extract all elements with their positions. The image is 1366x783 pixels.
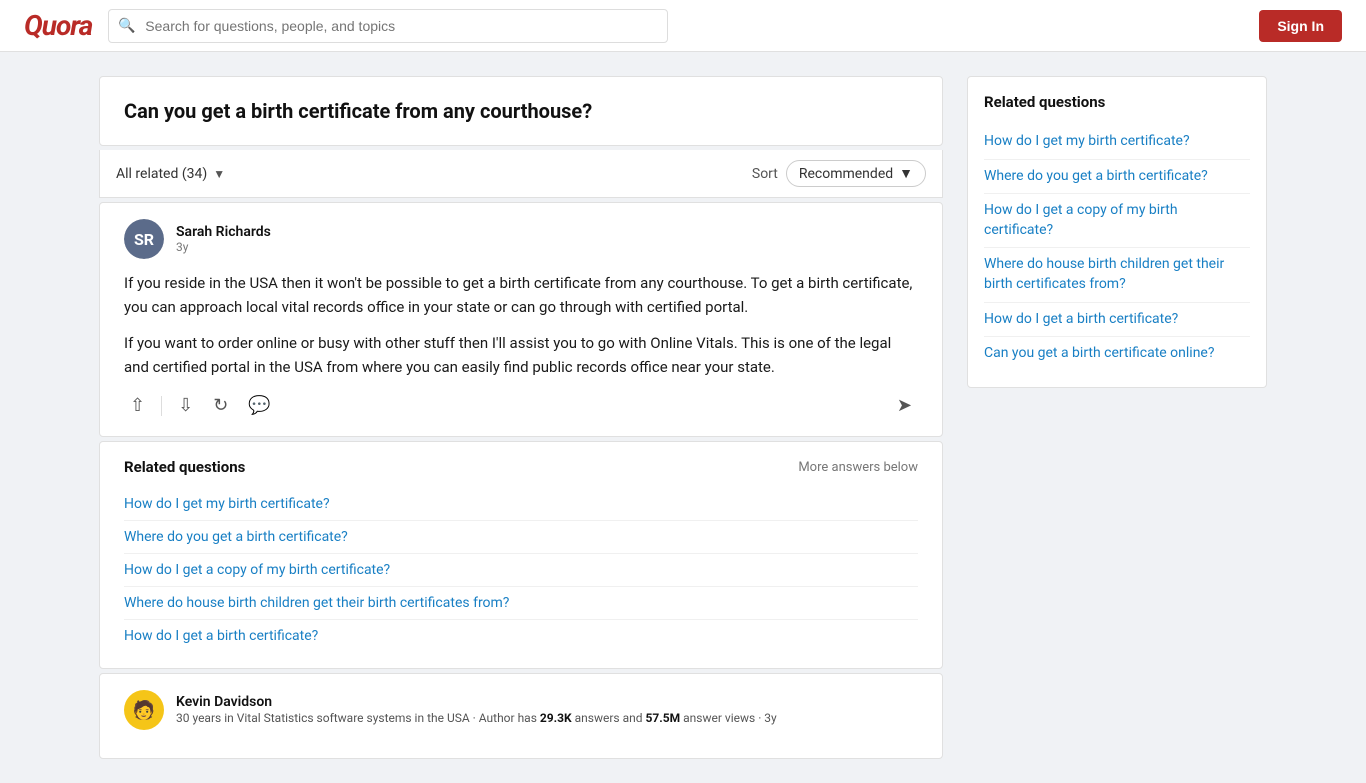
answer-para-2: If you want to order online or busy with… [124, 331, 918, 379]
related-inline-link-4[interactable]: How do I get a birth certificate? [124, 620, 918, 652]
all-related-filter[interactable]: All related (34) ▼ [116, 166, 225, 182]
sidebar-link-1[interactable]: Where do you get a birth certificate? [984, 160, 1250, 195]
search-input[interactable] [108, 9, 668, 43]
related-inline-link-0[interactable]: How do I get my birth certificate? [124, 488, 918, 521]
question-card: Can you get a birth certificate from any… [99, 76, 943, 146]
quora-logo: Quora [24, 9, 92, 42]
answer-card-1: SR Sarah Richards 3y If you reside in th… [99, 202, 943, 437]
search-icon: 🔍 [118, 18, 135, 34]
author-info-1: Sarah Richards 3y [176, 224, 271, 254]
downvote-button[interactable]: ⇩ [172, 391, 199, 420]
more-answers-label: More answers below [798, 460, 918, 475]
share-button[interactable]: ↻ [207, 391, 234, 420]
related-inline-header: Related questions More answers below [124, 458, 918, 476]
avatar-1: SR [124, 219, 164, 259]
upvote-button[interactable]: ⇧ [124, 391, 151, 420]
sign-in-button[interactable]: Sign In [1259, 10, 1342, 42]
answer-author-1: SR Sarah Richards 3y [124, 219, 918, 259]
sidebar: Related questions How do I get my birth … [967, 76, 1267, 388]
sort-chevron-icon: ▼ [899, 165, 913, 182]
author-info-2: Kevin Davidson 30 years in Vital Statist… [176, 694, 777, 727]
avatar-2: 🧑 [124, 690, 164, 730]
chevron-down-icon: ▼ [213, 167, 225, 181]
answer-author-2: 🧑 Kevin Davidson 30 years in Vital Stati… [124, 690, 918, 730]
sort-label: Sort [752, 166, 778, 182]
action-divider [161, 396, 162, 416]
answer-text-1: If you reside in the USA then it won't b… [124, 271, 918, 379]
answer-actions-1: ⇧ ⇩ ↻ 💬 ➤ [124, 391, 918, 420]
related-inline-link-3[interactable]: Where do house birth children get their … [124, 587, 918, 620]
sidebar-card: Related questions How do I get my birth … [967, 76, 1267, 388]
views-count: 57.5M [646, 711, 681, 725]
related-inline-title: Related questions [124, 458, 245, 476]
related-inline-link-2[interactable]: How do I get a copy of my birth certific… [124, 554, 918, 587]
author-time-1: 3y [176, 240, 271, 254]
sidebar-link-2[interactable]: How do I get a copy of my birth certific… [984, 194, 1250, 248]
author-bio-2: 30 years in Vital Statistics software sy… [176, 710, 777, 727]
sort-bar: All related (34) ▼ Sort Recommended ▼ [99, 150, 943, 198]
sort-value: Recommended [799, 166, 893, 182]
comment-button[interactable]: 💬 [242, 391, 276, 420]
sidebar-link-4[interactable]: How do I get a birth certificate? [984, 303, 1250, 338]
avatar-initials-1: SR [124, 219, 164, 259]
header: Quora 🔍 Sign In [0, 0, 1366, 52]
answer-card-2: 🧑 Kevin Davidson 30 years in Vital Stati… [99, 673, 943, 759]
sidebar-link-5[interactable]: Can you get a birth certificate online? [984, 337, 1250, 371]
search-bar-container: 🔍 [108, 9, 668, 43]
sort-dropdown[interactable]: Recommended ▼ [786, 160, 926, 187]
author-name-1[interactable]: Sarah Richards [176, 224, 271, 240]
related-inline-link-1[interactable]: Where do you get a birth certificate? [124, 521, 918, 554]
related-questions-inline: Related questions More answers below How… [99, 441, 943, 669]
page-container: Can you get a birth certificate from any… [83, 52, 1283, 783]
answer-para-1: If you reside in the USA then it won't b… [124, 271, 918, 319]
sidebar-link-3[interactable]: Where do house birth children get their … [984, 248, 1250, 302]
author-name-2[interactable]: Kevin Davidson [176, 694, 777, 710]
question-title: Can you get a birth certificate from any… [124, 97, 918, 125]
sidebar-title: Related questions [984, 93, 1250, 111]
forward-button[interactable]: ➤ [891, 391, 918, 420]
answers-label: answers and [575, 711, 643, 725]
views-label: answer views · 3y [683, 711, 777, 725]
author-bio-text: 30 years in Vital Statistics software sy… [176, 711, 537, 725]
sort-right: Sort Recommended ▼ [752, 160, 926, 187]
main-content: Can you get a birth certificate from any… [99, 76, 943, 759]
all-related-label: All related (34) [116, 166, 207, 182]
sidebar-link-0[interactable]: How do I get my birth certificate? [984, 125, 1250, 160]
answers-count: 29.3K [540, 711, 572, 725]
